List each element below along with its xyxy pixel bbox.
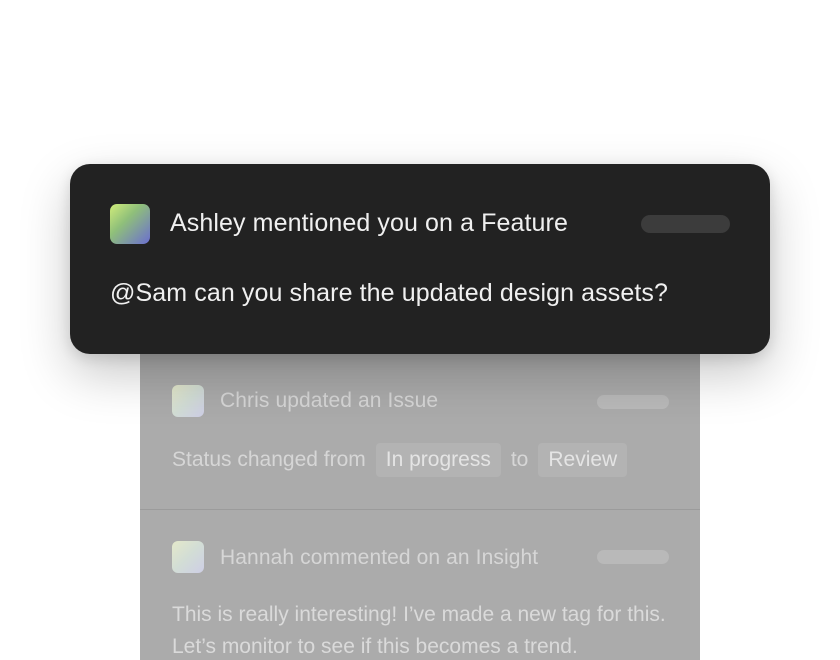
- feed-item-title: Hannah commented on an Insight: [220, 546, 539, 569]
- timestamp-placeholder: [597, 395, 669, 409]
- user-avatar: [172, 541, 204, 573]
- feed-item-insight-comment[interactable]: Hannah commented on an Insight This is r…: [140, 510, 700, 660]
- feed-item-title: Chris updated an Issue: [220, 389, 439, 412]
- status-connector: to: [510, 448, 529, 471]
- status-change-line: Status changed from In progress to Revie…: [172, 442, 628, 478]
- timestamp-placeholder: [597, 550, 669, 564]
- user-avatar: [172, 385, 204, 417]
- notification-title: Ashley mentioned you on a Feature: [170, 209, 568, 237]
- notification-message: @Sam can you share the updated design as…: [110, 279, 669, 307]
- user-avatar: [110, 204, 150, 244]
- to-status-chip: Review: [538, 443, 628, 477]
- timestamp-placeholder: [641, 215, 730, 233]
- mention-notification-card[interactable]: Ashley mentioned you on a Feature @Sam c…: [70, 164, 770, 354]
- activity-feed: Chris updated an Issue Status changed fr…: [140, 300, 700, 660]
- from-status-chip: In progress: [375, 443, 501, 477]
- comment-body: This is really interesting! I’ve made a …: [172, 603, 666, 658]
- status-prefix: Status changed from: [172, 448, 366, 471]
